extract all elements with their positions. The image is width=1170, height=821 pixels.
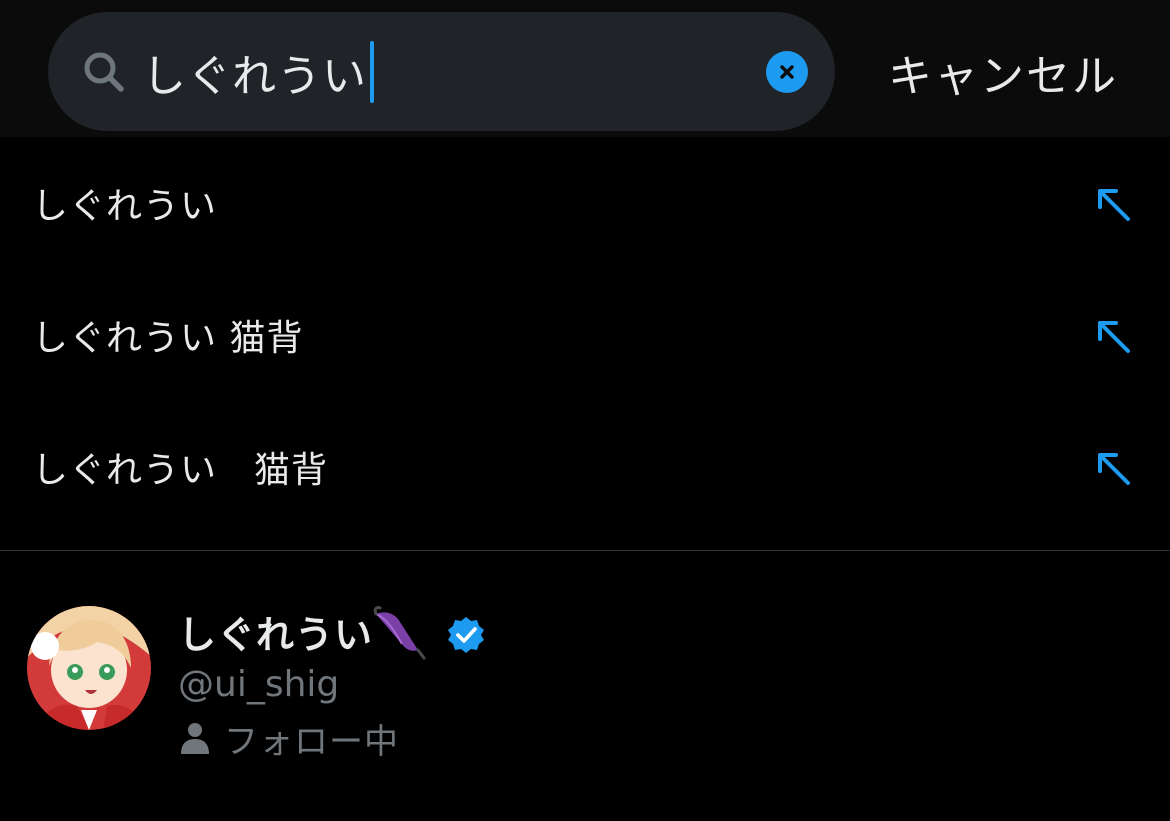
search-input[interactable]: しぐれうい [142, 41, 374, 103]
user-result-row[interactable]: しぐれうい @ui_shig フォロー中 [0, 580, 1170, 780]
avatar[interactable] [27, 606, 151, 730]
text-caret [370, 41, 374, 103]
arrow-up-left-icon[interactable] [1094, 449, 1134, 489]
cancel-button[interactable]: キャンセル [860, 40, 1146, 104]
suggestion-row[interactable]: しぐれうい 猫背 [0, 401, 1170, 533]
suggestion-text: しぐれうい [32, 186, 218, 227]
follow-status: フォロー中 [178, 714, 399, 762]
user-handle: @ui_shig [178, 663, 340, 705]
suggestion-text: しぐれうい 猫背 [32, 450, 329, 491]
section-divider [0, 550, 1170, 551]
search-header: しぐれうい キャンセル [0, 0, 1170, 137]
user-display-name: しぐれうい [178, 612, 374, 657]
arrow-up-left-icon[interactable] [1094, 317, 1134, 357]
clear-icon [780, 65, 794, 79]
search-query-text: しぐれうい [142, 51, 367, 102]
person-icon [181, 723, 209, 754]
arrow-up-left-icon[interactable] [1094, 185, 1134, 225]
umbrella-icon [373, 606, 426, 660]
suggestion-row[interactable]: しぐれうい [0, 137, 1170, 269]
suggestion-text: しぐれうい 猫背 [32, 318, 304, 359]
search-icon [84, 52, 124, 92]
clear-search-button[interactable] [766, 51, 808, 93]
follow-status-label: フォロー中 [224, 721, 399, 762]
verified-badge-icon [448, 617, 484, 653]
suggestion-row[interactable]: しぐれうい 猫背 [0, 269, 1170, 401]
